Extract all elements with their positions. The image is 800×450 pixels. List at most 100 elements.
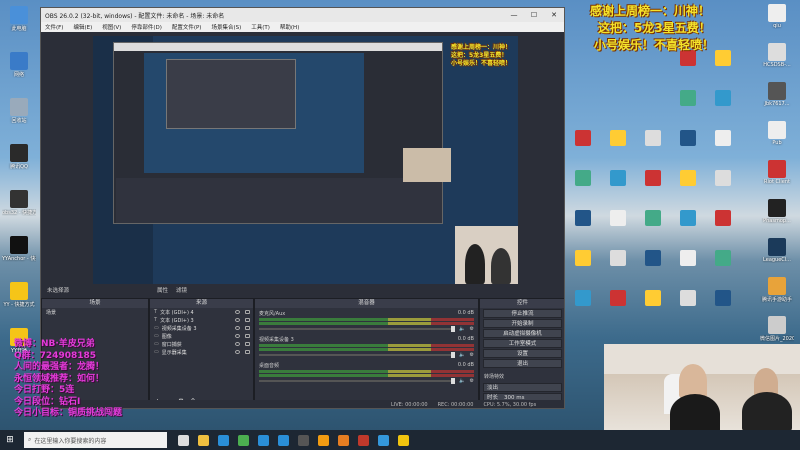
properties-button[interactable]: 属性 [157, 286, 168, 294]
source-item[interactable]: ▭ 视频采集设备 3 [150, 324, 253, 332]
desktop-shortcut-icon[interactable] [680, 90, 696, 106]
desktop-shortcut-icon[interactable] [715, 50, 731, 66]
source-item[interactable]: ▭ 窗口捕获 [150, 340, 253, 348]
windows-start-icon[interactable]: ⊞ [2, 432, 18, 448]
desktop-icon[interactable]: 腾讯QQ [2, 144, 36, 170]
filters-button[interactable]: 滤镜 [176, 286, 187, 294]
source-item[interactable]: ▭ 图像 [150, 332, 253, 340]
desktop-shortcut-icon[interactable] [610, 210, 626, 226]
control-button[interactable]: 设置 [483, 349, 562, 358]
menu-item[interactable]: 视图(V) [102, 23, 121, 31]
scene-item[interactable]: 场景 [42, 308, 148, 316]
visibility-icon[interactable] [235, 342, 240, 346]
desktop-shortcut-icon[interactable] [645, 130, 661, 146]
control-button[interactable]: 开始录制 [483, 319, 562, 328]
desktop-icon[interactable]: YYAnchor - 快捷方式 [2, 236, 36, 262]
edge-icon[interactable] [215, 432, 231, 448]
close-button[interactable]: ✕ [544, 8, 564, 22]
desktop-shortcut-icon[interactable] [575, 290, 591, 306]
transition-select[interactable]: 淡出 [483, 383, 562, 392]
source-item[interactable]: T 文本 (GDI+) 3 [150, 316, 253, 324]
visibility-icon[interactable] [235, 310, 240, 314]
gear-icon[interactable]: ⚙ [470, 352, 474, 358]
task-view-icon[interactable] [175, 432, 191, 448]
obs-icon[interactable] [295, 432, 311, 448]
source-item[interactable]: ▭ 显示器采集 [150, 348, 253, 356]
menu-item[interactable]: 工具(T) [251, 23, 270, 31]
desktop-shortcut-icon[interactable] [610, 250, 626, 266]
obs-titlebar[interactable]: OBS 26.0.2 (32-bit, windows) - 配置文件: 未命名… [41, 8, 564, 22]
desktop-shortcut-icon[interactable] [715, 90, 731, 106]
desktop-icon[interactable]: qiu [760, 4, 794, 29]
control-button[interactable]: 工作室模式 [483, 339, 562, 348]
chrome-icon[interactable] [235, 432, 251, 448]
desktop-shortcut-icon[interactable] [715, 170, 731, 186]
desktop-shortcut-icon[interactable] [610, 130, 626, 146]
desktop-icon[interactable]: 微信图片_2020101... [760, 316, 794, 342]
desktop-shortcut-icon[interactable] [715, 250, 731, 266]
desktop-shortcut-icon[interactable] [680, 170, 696, 186]
desktop-shortcut-icon[interactable] [680, 130, 696, 146]
explorer-icon[interactable] [195, 432, 211, 448]
menu-item[interactable]: 文件(F) [45, 23, 63, 31]
desktop-icon[interactable]: Jbk7617... [760, 82, 794, 107]
control-button[interactable]: 退出 [483, 359, 562, 368]
source-item[interactable]: T 文本 (GDI+) 4 [150, 308, 253, 316]
desktop-shortcut-icon[interactable] [645, 250, 661, 266]
menu-item[interactable]: 编辑(E) [73, 23, 92, 31]
desktop-shortcut-icon[interactable] [575, 170, 591, 186]
gear-icon[interactable]: ⚙ [470, 378, 474, 384]
game3-icon[interactable] [355, 432, 371, 448]
visibility-icon[interactable] [235, 318, 240, 322]
volume-slider[interactable] [259, 326, 456, 332]
desktop-icon[interactable]: HCSDSB-... [760, 43, 794, 68]
desktop-icon[interactable]: Phasmop... [760, 199, 794, 224]
desktop-icon[interactable]: YY - 快捷方式 [2, 282, 36, 308]
speaker-icon[interactable]: 🔈 [459, 326, 465, 332]
desktop-shortcut-icon[interactable] [715, 290, 731, 306]
desktop-shortcut-icon[interactable] [680, 210, 696, 226]
control-button[interactable]: 停止推流 [483, 309, 562, 318]
desktop-icon[interactable]: LeagueCl... [760, 238, 794, 263]
game2-icon[interactable] [335, 432, 351, 448]
desktop-shortcut-icon[interactable] [575, 250, 591, 266]
game1-icon[interactable] [315, 432, 331, 448]
desktop-icon[interactable]: 回收站 [2, 98, 36, 124]
desktop-shortcut-icon[interactable] [575, 130, 591, 146]
desktop-shortcut-icon[interactable] [715, 210, 731, 226]
menu-item[interactable]: 场景集合(S) [211, 23, 241, 31]
desktop-shortcut-icon[interactable] [645, 170, 661, 186]
desktop-shortcut-icon[interactable] [645, 290, 661, 306]
visibility-icon[interactable] [235, 326, 240, 330]
lock-icon[interactable] [245, 334, 250, 338]
control-button[interactable]: 启动虚拟摄像机 [483, 329, 562, 338]
lock-icon[interactable] [245, 342, 250, 346]
desktop-icon[interactable]: 腾讯手游助手 [760, 277, 794, 303]
visibility-icon[interactable] [235, 350, 240, 354]
desktop-icon[interactable]: Riot Client [760, 160, 794, 185]
desktop-shortcut-icon[interactable] [610, 170, 626, 186]
menu-item[interactable]: 配置文件(P) [172, 23, 202, 31]
lock-icon[interactable] [245, 326, 250, 330]
store-icon[interactable] [255, 432, 271, 448]
visibility-icon[interactable] [235, 334, 240, 338]
desktop-shortcut-icon[interactable] [680, 250, 696, 266]
minimize-button[interactable]: — [504, 8, 524, 22]
desktop-icon[interactable]: 此电脑 [2, 6, 36, 32]
lock-icon[interactable] [245, 310, 250, 314]
speaker-icon[interactable]: 🔈 [459, 352, 465, 358]
desktop-shortcut-icon[interactable] [575, 210, 591, 226]
game4-icon[interactable] [375, 432, 391, 448]
desktop-shortcut-icon[interactable] [645, 210, 661, 226]
desktop-shortcut-icon[interactable] [610, 290, 626, 306]
lock-icon[interactable] [245, 318, 250, 322]
volume-slider[interactable] [259, 352, 456, 358]
obs-preview[interactable]: 感谢上周榜一：川神！ 这把：5龙3星五费！ 小号娱乐！不喜轻喷！ [93, 36, 518, 284]
menu-item[interactable]: 停靠部件(D) [131, 23, 162, 31]
desktop-shortcut-icon[interactable] [680, 290, 696, 306]
speaker-icon[interactable]: 🔈 [459, 378, 465, 384]
desktop-icon[interactable]: obs32 - 快捷方式 [2, 190, 36, 216]
maximize-button[interactable]: ☐ [524, 8, 544, 22]
lock-icon[interactable] [245, 350, 250, 354]
desktop-shortcut-icon[interactable] [715, 130, 731, 146]
